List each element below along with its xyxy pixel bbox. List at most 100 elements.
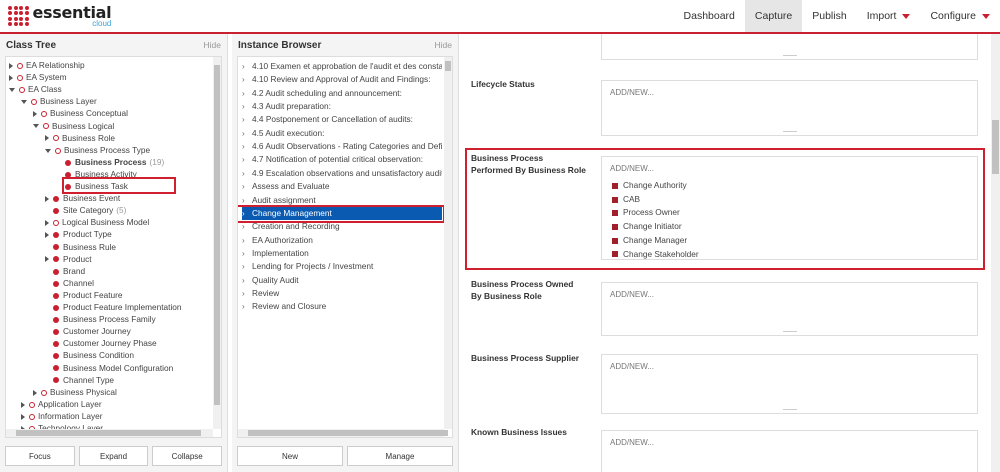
top-partial-field[interactable] <box>601 34 978 60</box>
tree-item[interactable]: Site Category (5) <box>45 204 126 216</box>
focus-button[interactable]: Focus <box>5 446 75 466</box>
instance-item[interactable]: › Review and Closure <box>242 300 442 313</box>
tree-item[interactable]: Customer Journey <box>45 325 131 337</box>
tree-item[interactable]: EA System <box>9 71 67 83</box>
instance-browser-body: › 4.10 Examen et approbation de l'audit e… <box>237 56 453 438</box>
instance-item[interactable]: › 4.2 Audit scheduling and announcement: <box>242 87 442 100</box>
tree-item[interactable]: Business Conceptual <box>33 107 128 119</box>
instance-browser-hide-link[interactable]: Hide <box>435 40 452 50</box>
instance-item[interactable]: › 4.5 Audit execution: <box>242 127 442 140</box>
expand-arrow-icon[interactable] <box>9 74 13 81</box>
nav-capture[interactable]: Capture <box>744 0 803 32</box>
instance-item[interactable]: › Review <box>242 287 442 300</box>
tree-item[interactable]: Logical Business Model <box>45 216 149 228</box>
role-tag[interactable]: Change Initiator <box>612 220 682 232</box>
instance-item[interactable]: › Quality Audit <box>242 274 442 287</box>
expand-arrow-icon[interactable] <box>21 413 25 420</box>
expand-button[interactable]: Expand <box>78 446 149 466</box>
expand-arrow-icon[interactable] <box>9 62 13 69</box>
instance-item[interactable]: › 4.9 Escalation observations and unsatis… <box>242 167 442 180</box>
expand-arrow-icon[interactable] <box>45 195 49 202</box>
tree-item[interactable]: Channel Type <box>45 374 114 386</box>
expand-arrow-icon[interactable] <box>45 232 49 239</box>
tree-item[interactable]: Product <box>45 253 92 265</box>
class-tree-scrollbar[interactable] <box>213 57 221 429</box>
role-tag[interactable]: CAB <box>612 193 640 205</box>
tree-item[interactable]: Business Role <box>45 132 115 144</box>
instance-hscrollbar[interactable] <box>238 429 448 437</box>
role-tag[interactable]: Change Authority <box>612 179 687 191</box>
tree-item[interactable]: Business Logical <box>33 120 114 132</box>
tree-item[interactable]: Business Rule <box>45 241 116 253</box>
collapse-arrow-icon[interactable] <box>21 100 27 105</box>
tree-item[interactable]: Customer Journey Phase <box>45 337 157 349</box>
instance-item[interactable]: › Implementation <box>242 247 442 260</box>
instance-item[interactable]: › 4.10 Examen et approbation de l'audit e… <box>242 60 442 73</box>
chevron-right-icon: › <box>242 302 245 312</box>
tree-item[interactable]: Business Layer <box>21 95 97 107</box>
instance-item-label: 4.9 Escalation observations and unsatisf… <box>252 167 442 178</box>
role-tag-label: Change Authority <box>623 180 687 190</box>
essential-logo[interactable]: essential cloud <box>8 1 112 31</box>
process-supplier-label: Business Process Supplier <box>471 353 579 363</box>
tree-item[interactable]: EA Class <box>9 83 62 95</box>
tree-item[interactable]: Business Condition <box>45 349 134 361</box>
instance-item[interactable]: › 4.3 Audit preparation: <box>242 100 442 113</box>
collapse-arrow-icon[interactable] <box>45 148 51 153</box>
instance-item[interactable]: › Lending for Projects / Investment <box>242 260 442 273</box>
instance-item-label: 4.3 Audit preparation: <box>252 101 331 112</box>
manage-button[interactable]: Manage <box>347 446 453 466</box>
expand-arrow-icon[interactable] <box>21 401 25 408</box>
instance-item[interactable]: › 4.6 Audit Observations - Rating Categor… <box>242 140 442 153</box>
class-tree-hide-link[interactable]: Hide <box>204 40 221 50</box>
tree-item[interactable]: Business Process Type <box>45 144 150 156</box>
tree-item[interactable]: Business Physical <box>33 386 117 398</box>
instance-item[interactable]: › 4.10 Review and Approval of Audit and F… <box>242 73 442 86</box>
instance-item[interactable]: › EA Authorization <box>242 234 442 247</box>
known-issues-field[interactable]: ADD/NEW... <box>601 430 978 472</box>
tree-item[interactable]: Business Process Family <box>45 313 156 325</box>
expand-arrow-icon[interactable] <box>45 135 49 142</box>
role-tag[interactable]: Process Owner <box>612 206 680 218</box>
instance-item[interactable]: › Assess and Evaluate <box>242 180 442 193</box>
nav-publish[interactable]: Publish <box>802 0 856 32</box>
form-scrollbar[interactable] <box>991 34 1000 472</box>
expand-arrow-icon[interactable] <box>45 256 49 263</box>
instance-item-label: Audit assignment <box>252 194 316 205</box>
process-supplier-field[interactable]: ADD/NEW... <box>601 354 978 414</box>
role-tag[interactable]: Change Stakeholder <box>612 248 699 260</box>
tree-item[interactable]: Product Type <box>45 228 112 240</box>
known-issues-label: Known Business Issues <box>471 427 567 437</box>
collapse-arrow-icon[interactable] <box>9 88 15 92</box>
tree-item[interactable]: Brand <box>45 265 85 277</box>
tree-item[interactable]: EA Relationship <box>9 59 85 71</box>
lifecycle-status-field[interactable]: ADD/NEW... <box>601 80 978 136</box>
filled-circle-icon <box>53 377 59 384</box>
instance-item[interactable]: › 4.7 Notification of potential critical … <box>242 153 442 166</box>
instance-item[interactable]: › 4.4 Postponement or Cancellation of aud… <box>242 113 442 126</box>
tree-item[interactable]: Product Feature <box>45 289 123 301</box>
instance-scrollbar[interactable] <box>444 57 452 429</box>
tree-item[interactable]: Business Model Configuration <box>45 362 173 374</box>
collapse-button[interactable]: Collapse <box>152 446 223 466</box>
tree-item[interactable]: Product Feature Implementation <box>45 301 182 313</box>
tree-item-label: Business Conceptual <box>50 108 128 119</box>
performed-by-role-field[interactable]: ADD/NEW... Change Authority CAB Process Ow… <box>601 156 978 260</box>
class-tree-hscrollbar[interactable] <box>6 429 213 437</box>
role-tag-label: CAB <box>623 193 641 204</box>
nav-dashboard[interactable]: Dashboard <box>674 0 745 32</box>
nav-import[interactable]: Import <box>857 0 921 32</box>
new-instance-button[interactable]: New <box>237 446 343 466</box>
filled-circle-icon <box>53 256 59 263</box>
collapse-arrow-icon[interactable] <box>33 124 39 129</box>
role-tag[interactable]: Change Manager <box>612 234 687 246</box>
tree-item[interactable]: Business Process (19) <box>57 156 164 168</box>
tree-item[interactable]: Channel <box>45 277 94 289</box>
nav-configure[interactable]: Configure <box>920 0 1000 32</box>
owned-by-role-field[interactable]: ADD/NEW... <box>601 282 978 336</box>
expand-arrow-icon[interactable] <box>33 389 37 396</box>
tree-item[interactable]: Application Layer <box>21 398 102 410</box>
tree-item[interactable]: Information Layer <box>21 410 103 422</box>
expand-arrow-icon[interactable] <box>33 111 37 118</box>
expand-arrow-icon[interactable] <box>45 220 49 227</box>
